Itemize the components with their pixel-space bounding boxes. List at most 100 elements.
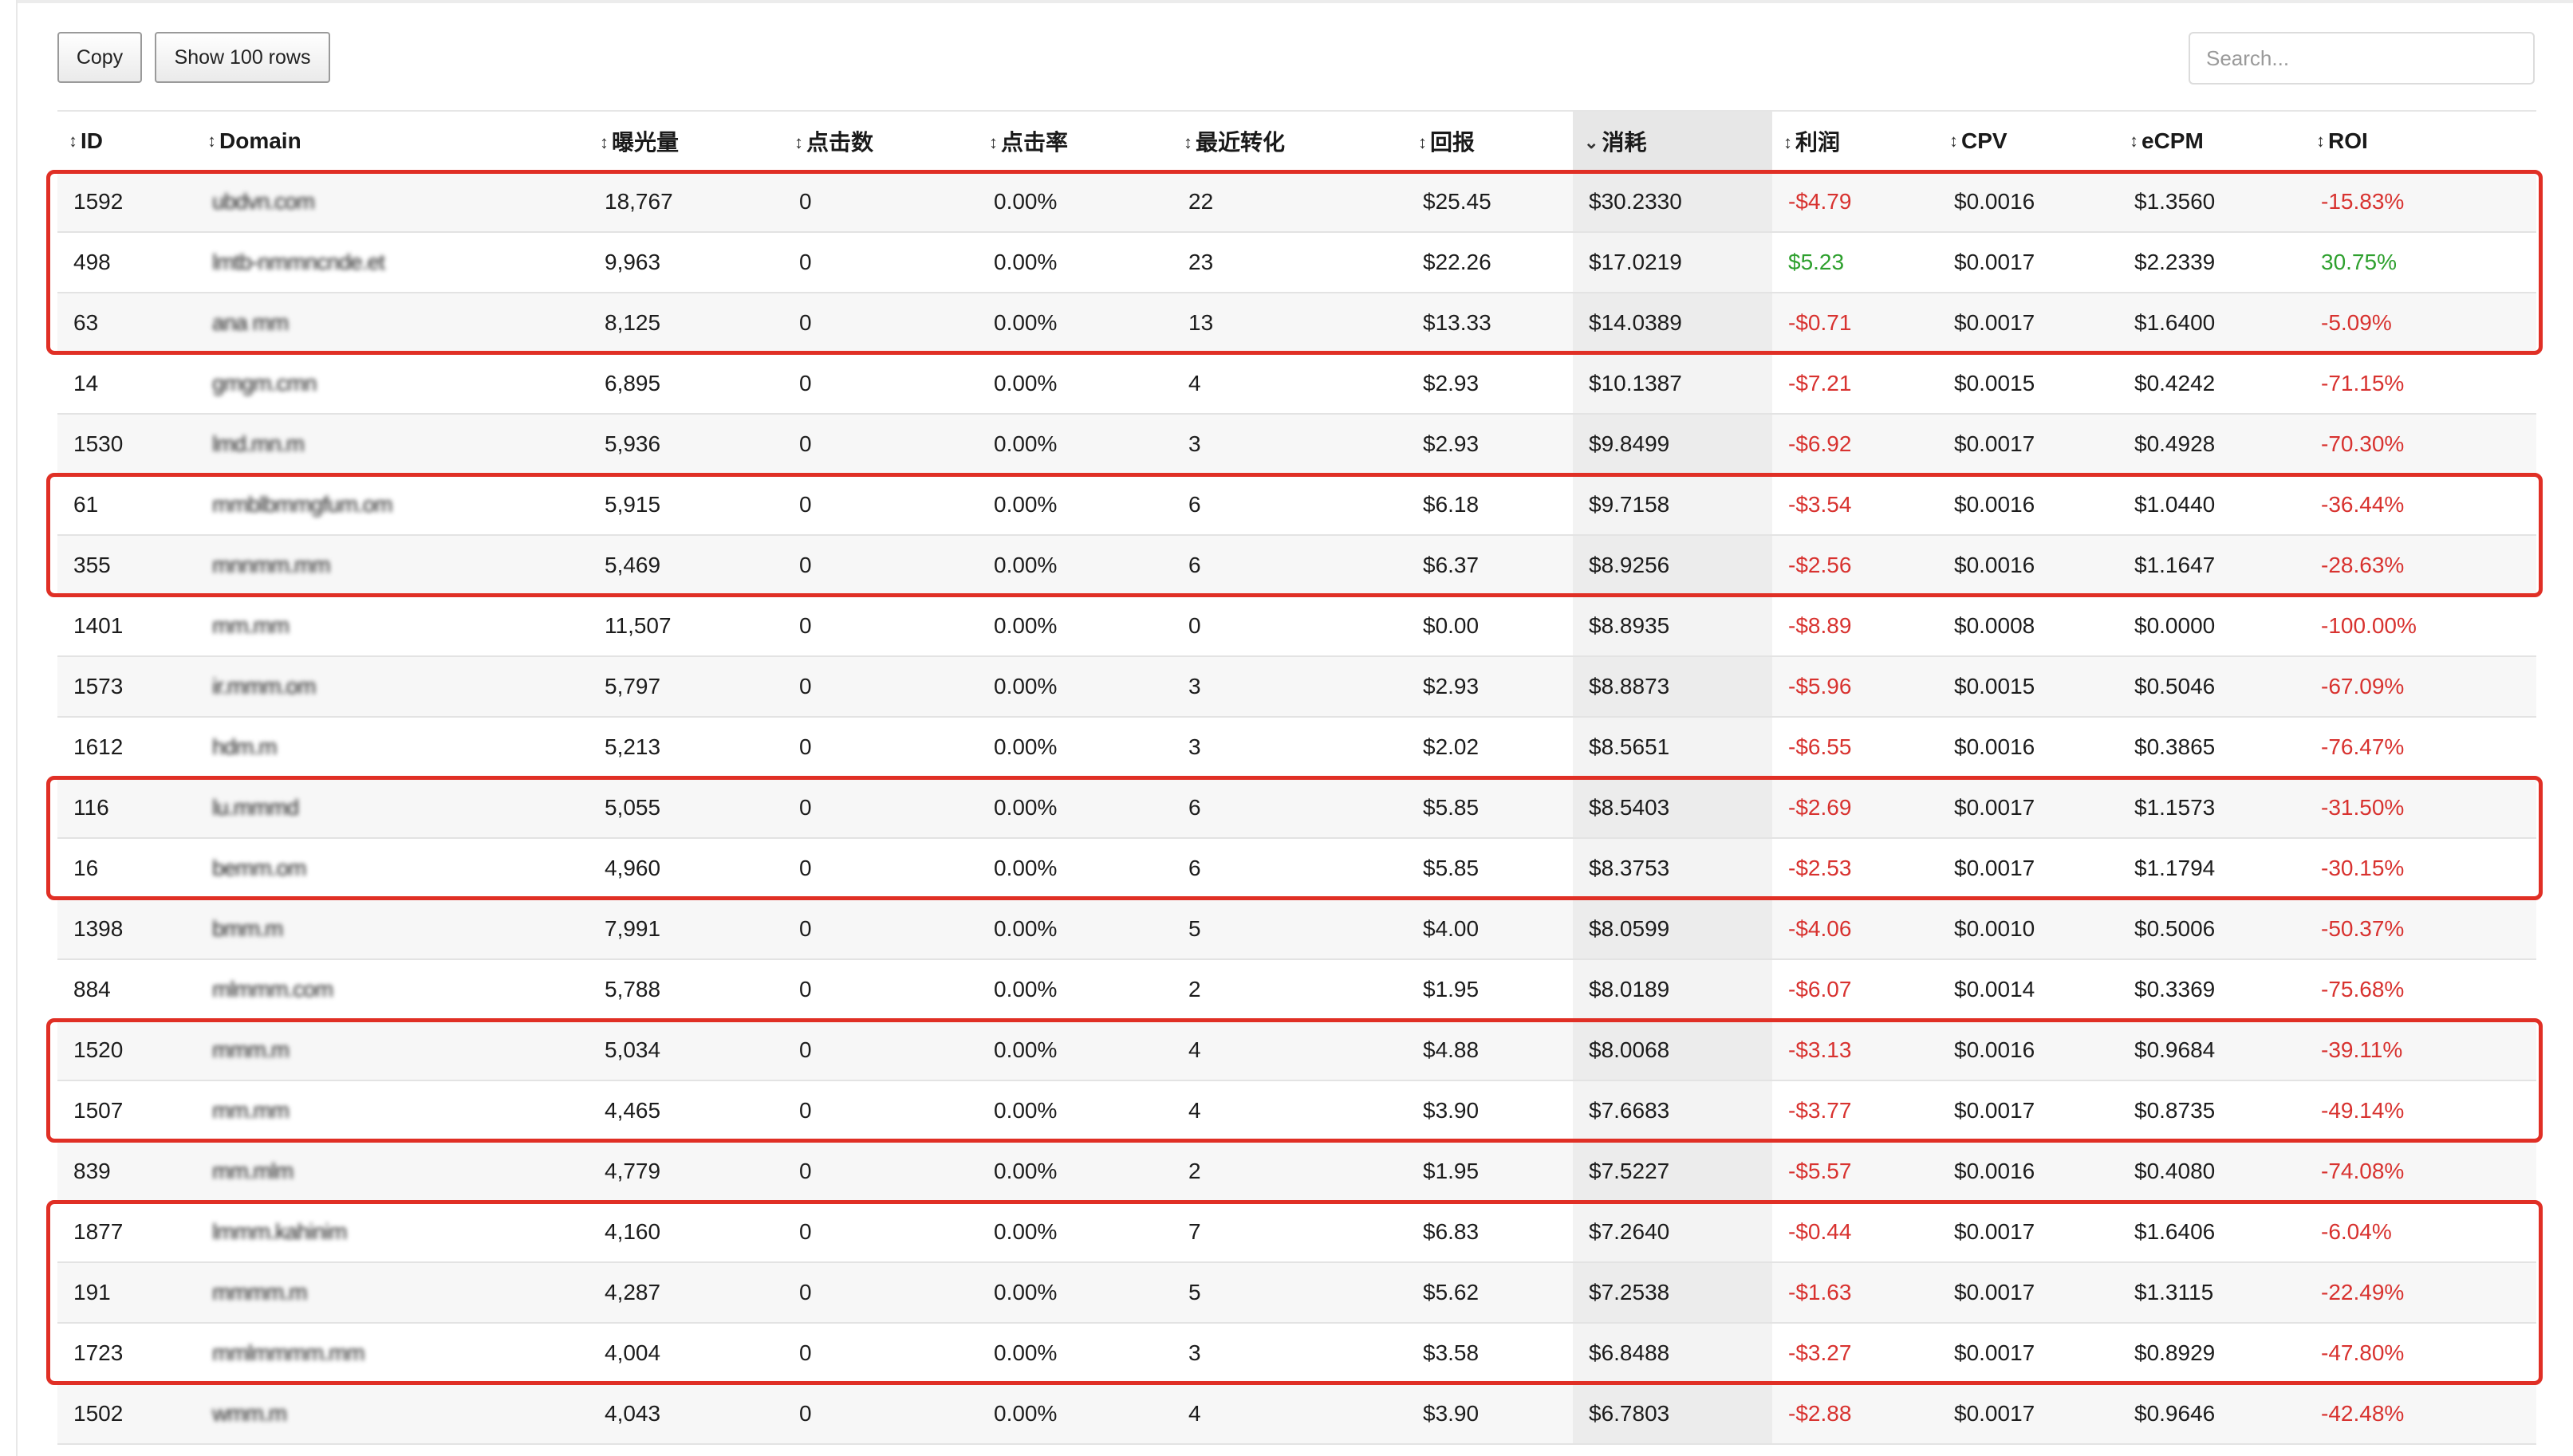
cell-spend: $6.8488 xyxy=(1573,1323,1772,1384)
cell-impressions: 18,767 xyxy=(589,171,783,233)
column-header-domain[interactable]: ↕ Domain xyxy=(196,110,589,172)
column-header-revenue[interactable]: ↕ 回报 xyxy=(1407,110,1573,172)
column-header-label: 点击数 xyxy=(806,130,874,155)
cell-cpv: $0.0016 xyxy=(1938,474,2118,536)
column-header-label: ID xyxy=(81,128,103,153)
cell-cpv: $0.0017 xyxy=(1938,1262,2118,1324)
column-header-impressions[interactable]: ↕ 曝光量 xyxy=(589,110,783,172)
show-rows-button[interactable]: Show 100 rows xyxy=(155,32,330,83)
cell-ctr: 0.00% xyxy=(978,838,1172,899)
domain-text: ubdvn.com xyxy=(212,189,315,214)
table-row[interactable]: 1502 wmm.m 4,043 0 0.00% 4 $3.90 $6.7803 -$2.88 $… xyxy=(57,1383,2536,1445)
cell-profit: -$5.57 xyxy=(1772,1141,1938,1202)
cell-impressions: 7,991 xyxy=(589,899,783,960)
table-row[interactable]: 191 mmmm.m 4,287 0 0.00% 5 $5.62 $7.2538 -$1.63 $… xyxy=(57,1262,2536,1324)
column-header-cpv[interactable]: ↕ CPV xyxy=(1938,110,2118,172)
search-input[interactable] xyxy=(2189,32,2535,85)
sort-both-icon: ↕ xyxy=(1184,132,1192,152)
cell-impressions: 9,963 xyxy=(589,232,783,293)
column-header-ctr[interactable]: ↕ 点击率 xyxy=(978,110,1172,172)
cell-impressions: 4,043 xyxy=(589,1383,783,1445)
table-row[interactable]: 63 ana mm 8,125 0 0.00% 13 $13.33 $14.0389 -$0.7… xyxy=(57,293,2536,354)
cell-clicks: 0 xyxy=(783,1323,978,1384)
table-row[interactable]: 884 mlmmm.com 5,788 0 0.00% 2 $1.95 $8.0189 -$6.… xyxy=(57,959,2536,1021)
cell-domain: ubdvn.com xyxy=(196,171,589,233)
cell-conversions: 3 xyxy=(1172,656,1407,718)
domain-text: lmmm.kahinim xyxy=(212,1219,347,1244)
table-row[interactable]: 1401 mm.mm 11,507 0 0.00% 0 $0.00 $8.8935 -$8.89… xyxy=(57,596,2536,657)
table-row[interactable]: 839 mm.mlm 4,779 0 0.00% 2 $1.95 $7.5227 -$5.57 $… xyxy=(57,1141,2536,1202)
cell-impressions: 5,469 xyxy=(589,535,783,596)
cell-ctr: 0.00% xyxy=(978,474,1172,536)
table-row[interactable]: 1723 mmlmmmm.mm 4,004 0 0.00% 3 $3.58 $6.8488 -$… xyxy=(57,1323,2536,1384)
table-row[interactable]: 1612 hdm.m 5,213 0 0.00% 3 $2.02 $8.5651 -$6.55 $… xyxy=(57,717,2536,778)
cell-domain: ana mm xyxy=(196,293,589,354)
column-header-ecpm[interactable]: ↕ eCPM xyxy=(2118,110,2305,172)
cell-conversions: 6 xyxy=(1172,838,1407,899)
cell-impressions: 4,160 xyxy=(589,1202,783,1263)
table-row[interactable]: 14 gmgm.cmn 6,895 0 0.00% 4 $2.93 $10.1387 -$7.2… xyxy=(57,353,2536,415)
domain-text: gmgm.cmn xyxy=(212,371,317,395)
cell-ctr: 0.00% xyxy=(978,232,1172,293)
table-row[interactable]: 1592 ubdvn.com 18,767 0 0.00% 22 $25.45 $30.233… xyxy=(57,171,2536,233)
cell-domain: mnnmm.mm xyxy=(196,535,589,596)
table-row[interactable]: 355 mnnmm.mm 5,469 0 0.00% 6 $6.37 $8.9256 -$2.5… xyxy=(57,535,2536,596)
cell-id: 1398 xyxy=(57,899,196,960)
table-row[interactable]: 116 lu.mmmd 5,055 0 0.00% 6 $5.85 $8.5403 -$2.69… xyxy=(57,777,2536,839)
cell-spend: $10.1387 xyxy=(1573,353,1772,415)
column-header-profit[interactable]: ↕ 利润 xyxy=(1772,110,1938,172)
domain-text: mnnmm.mm xyxy=(212,553,331,577)
column-header-id[interactable]: ↕ ID xyxy=(57,110,196,172)
table-row[interactable]: 16 bemm.om 4,960 0 0.00% 6 $5.85 $8.3753 -$2.53 $… xyxy=(57,838,2536,899)
domain-text: mmlmmmm.mm xyxy=(212,1340,365,1365)
cell-clicks: 0 xyxy=(783,293,978,354)
column-header-clicks[interactable]: ↕ 点击数 xyxy=(783,110,978,172)
domain-text: bemm.om xyxy=(212,856,306,880)
table-row[interactable]: 1520 mmm.m 5,034 0 0.00% 4 $4.88 $8.0068 -$3.13 $… xyxy=(57,1020,2536,1081)
copy-button[interactable]: Copy xyxy=(57,32,142,83)
domain-text: mlmmm.com xyxy=(212,977,333,1001)
cell-revenue: $6.37 xyxy=(1407,535,1573,596)
column-header-label: eCPM xyxy=(2142,128,2204,153)
table-row[interactable]: 61 mmblbmmgfum.om 5,915 0 0.00% 6 $6.18 $9.7158… xyxy=(57,474,2536,536)
table-row[interactable]: 498 lmtb-nmmncnde.et 9,963 0 0.00% 23 $22.26 $1… xyxy=(57,232,2536,293)
column-header-conversions[interactable]: ↕ 最近转化 xyxy=(1172,110,1407,172)
sort-both-icon: ↕ xyxy=(2130,131,2138,151)
cell-roi: -71.15% xyxy=(2305,353,2536,415)
cell-cpv: $0.0017 xyxy=(1938,1080,2118,1142)
cell-roi: -74.08% xyxy=(2305,1141,2536,1202)
table-row[interactable]: 1530 lmd.mn.m 5,936 0 0.00% 3 $2.93 $9.8499 -$6.… xyxy=(57,414,2536,475)
cell-revenue: $2.93 xyxy=(1407,353,1573,415)
cell-domain: gmgm.cmn xyxy=(196,353,589,415)
cell-domain: lmtb-nmmncnde.et xyxy=(196,232,589,293)
cell-conversions: 5 xyxy=(1172,899,1407,960)
cell-conversions: 22 xyxy=(1172,171,1407,233)
column-header-label: CPV xyxy=(1961,128,2008,153)
column-header-spend[interactable]: ⌄ 消耗 xyxy=(1573,110,1772,172)
cell-cpv: $0.0010 xyxy=(1938,899,2118,960)
left-divider xyxy=(16,0,18,1456)
cell-domain: lmmm.kahinim xyxy=(196,1202,589,1263)
table-row[interactable]: 1573 ir.mmm.om 5,797 0 0.00% 3 $2.93 $8.8873 -$5… xyxy=(57,656,2536,718)
sort-both-icon: ↕ xyxy=(1949,131,1958,151)
cell-id: 63 xyxy=(57,293,196,354)
cell-ecpm: $0.4242 xyxy=(2118,353,2305,415)
cell-spend: $8.8935 xyxy=(1573,596,1772,657)
cell-clicks: 0 xyxy=(783,1141,978,1202)
cell-cpv: $0.0017 xyxy=(1938,838,2118,899)
cell-conversions: 2 xyxy=(1172,959,1407,1021)
table-row[interactable]: 1507 mm.mm 4,465 0 0.00% 4 $3.90 $7.6683 -$3.77 $… xyxy=(57,1080,2536,1142)
column-header-roi[interactable]: ↕ ROI xyxy=(2305,110,2536,172)
cell-roi: -15.83% xyxy=(2305,171,2536,233)
cell-revenue: $2.93 xyxy=(1407,656,1573,718)
cell-ecpm: $0.4928 xyxy=(2118,414,2305,475)
cell-clicks: 0 xyxy=(783,717,978,778)
table-row[interactable]: 1877 lmmm.kahinim 4,160 0 0.00% 7 $6.83 $7.2640… xyxy=(57,1202,2536,1263)
domain-text: lmd.mn.m xyxy=(212,431,305,456)
cell-clicks: 0 xyxy=(783,1020,978,1081)
cell-ctr: 0.00% xyxy=(978,353,1172,415)
table-row[interactable]: 1398 bmm.m 7,991 0 0.00% 5 $4.00 $8.0599 -$4.06 $… xyxy=(57,899,2536,960)
cell-domain: mmm.m xyxy=(196,1020,589,1081)
cell-impressions: 5,936 xyxy=(589,414,783,475)
sort-both-icon: ↕ xyxy=(1783,132,1792,152)
